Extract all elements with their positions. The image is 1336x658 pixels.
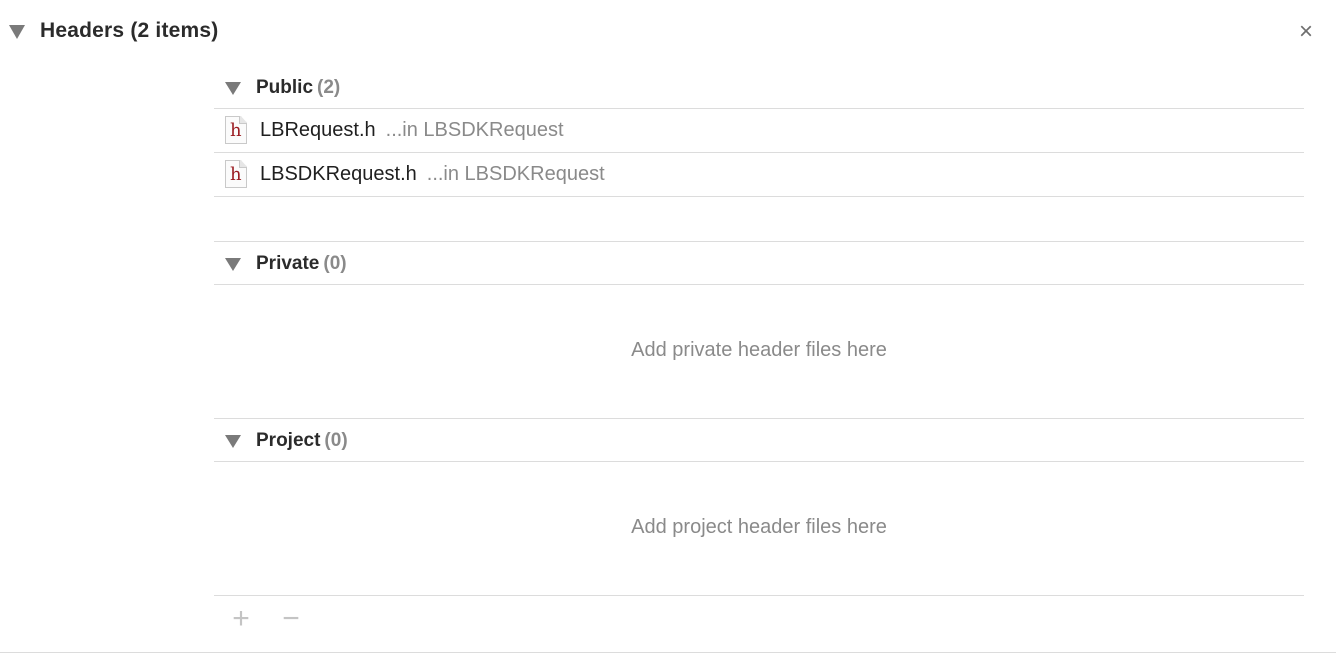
section-name: Project <box>256 430 321 451</box>
disclosure-triangle-icon[interactable] <box>225 435 241 448</box>
file-row[interactable]: h LBSDKRequest.h ...in LBSDKRequest <box>214 153 1304 197</box>
public-drop-area[interactable] <box>214 197 1304 242</box>
section-count: (0) <box>323 253 347 274</box>
minus-icon[interactable]: − <box>277 604 305 634</box>
section-count: (0) <box>324 430 348 451</box>
close-icon[interactable]: × <box>1294 18 1318 46</box>
section-project-header: Project (0) <box>214 419 1304 462</box>
divider <box>0 652 1336 653</box>
section-private-label: Private (0) <box>256 253 347 275</box>
phase-title[interactable]: Headers (2 items) <box>40 19 218 43</box>
section-public-label: Public (2) <box>256 77 340 99</box>
section-project-label: Project (0) <box>256 430 348 452</box>
file-location: ...in LBSDKRequest <box>385 119 564 141</box>
file-row[interactable]: h LBRequest.h ...in LBSDKRequest <box>214 109 1304 153</box>
project-placeholder: Add project header files here <box>631 516 887 538</box>
file-icon-letter: h <box>230 164 242 185</box>
header-file-icon: h <box>225 160 247 188</box>
file-name: LBSDKRequest.h <box>260 163 417 185</box>
section-name: Private <box>256 253 320 274</box>
section-name: Public <box>256 77 314 98</box>
disclosure-triangle-icon[interactable] <box>9 25 25 39</box>
phase-header: Headers (2 items) × <box>0 0 1336 64</box>
private-drop-area[interactable]: Add private header files here <box>214 285 1304 419</box>
disclosure-triangle-icon[interactable] <box>225 82 241 95</box>
disclosure-triangle-icon[interactable] <box>225 258 241 271</box>
file-name-label: LBSDKRequest.h ...in LBSDKRequest <box>260 163 605 186</box>
file-name: LBRequest.h <box>260 119 376 141</box>
section-count: (2) <box>317 77 341 98</box>
project-drop-area[interactable]: Add project header files here <box>214 462 1304 596</box>
headers-build-phase: Headers (2 items) × Public (2) h LBReques… <box>0 0 1336 658</box>
header-file-icon: h <box>225 116 247 144</box>
file-location: ...in LBSDKRequest <box>426 163 605 185</box>
header-sections: Public (2) h LBRequest.h ...in LBSDKReques… <box>214 66 1304 640</box>
section-public-header: Public (2) <box>214 66 1304 109</box>
section-private-header: Private (0) <box>214 242 1304 285</box>
file-name-label: LBRequest.h ...in LBSDKRequest <box>260 119 564 142</box>
phase-toolbar: + − <box>214 596 1304 640</box>
file-icon-letter: h <box>230 120 242 141</box>
private-placeholder: Add private header files here <box>631 339 887 361</box>
plus-icon[interactable]: + <box>227 604 255 634</box>
